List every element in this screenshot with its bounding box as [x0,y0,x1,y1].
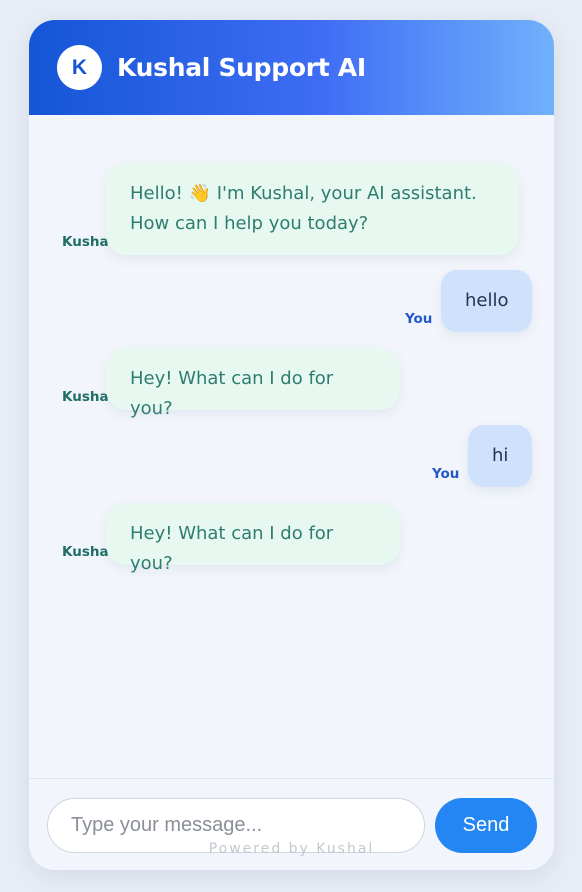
bot-message-bubble: Hello! 👋 I'm Kushal, your AI assistant. … [106,163,519,255]
composer: Send Powered by Kushal [29,778,554,870]
chat-header: K Kushal Support AI [29,20,554,115]
sender-label: You [405,311,433,327]
message-text: Hey! What can I do for you? [130,523,334,574]
chat-title: Kushal Support AI [117,53,366,82]
message-text: hello [465,290,509,311]
avatar: K [57,45,102,90]
message-text: hi [492,445,509,466]
bot-message-bubble: Hey! What can I do for you? [106,503,400,574]
chat-window: K Kushal Support AI Kushal Hello! 👋 I'm … [29,20,554,870]
user-message-bubble: hello [441,270,532,332]
powered-by-text: Powered by Kushal [208,841,375,857]
sender-label: You [432,466,460,482]
user-message-bubble: hi [468,425,532,487]
message-list[interactable]: Kushal Hello! 👋 I'm Kushal, your AI assi… [29,115,554,780]
message-text: Hello! 👋 I'm Kushal, your AI assistant. [130,183,477,204]
message-text: Hey! What can I do for you? [130,368,334,419]
message-text: How can I help you today? [130,213,369,234]
bot-message-bubble: Hey! What can I do for you? [106,348,400,419]
